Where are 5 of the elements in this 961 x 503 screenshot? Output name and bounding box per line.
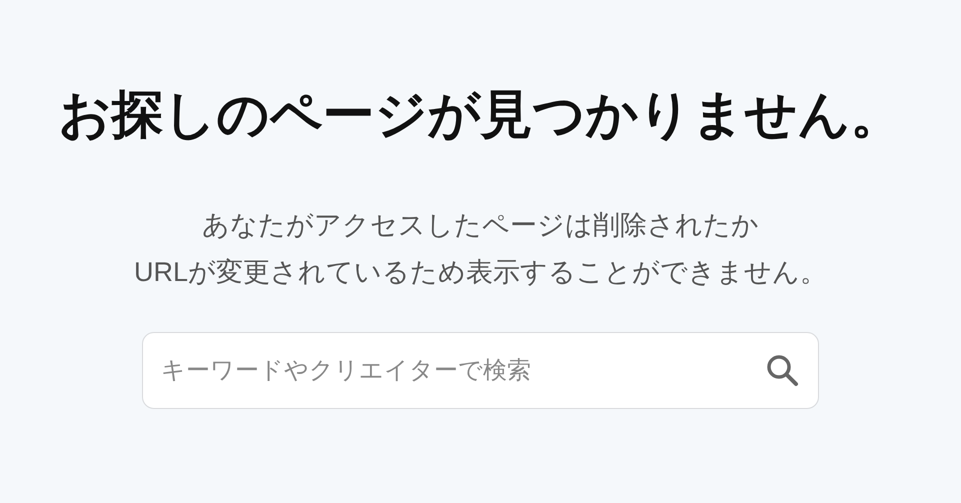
search-icon[interactable] xyxy=(765,353,799,387)
message-line: あなたがアクセスしたページは削除されたか xyxy=(200,209,760,242)
search-field[interactable]: キーワードやクリエイターで検索 xyxy=(142,332,819,409)
page-heading: お探しのページが見つかりません。 xyxy=(58,85,902,146)
message-line: URLが変更されているため表示することができません。 xyxy=(134,256,827,289)
